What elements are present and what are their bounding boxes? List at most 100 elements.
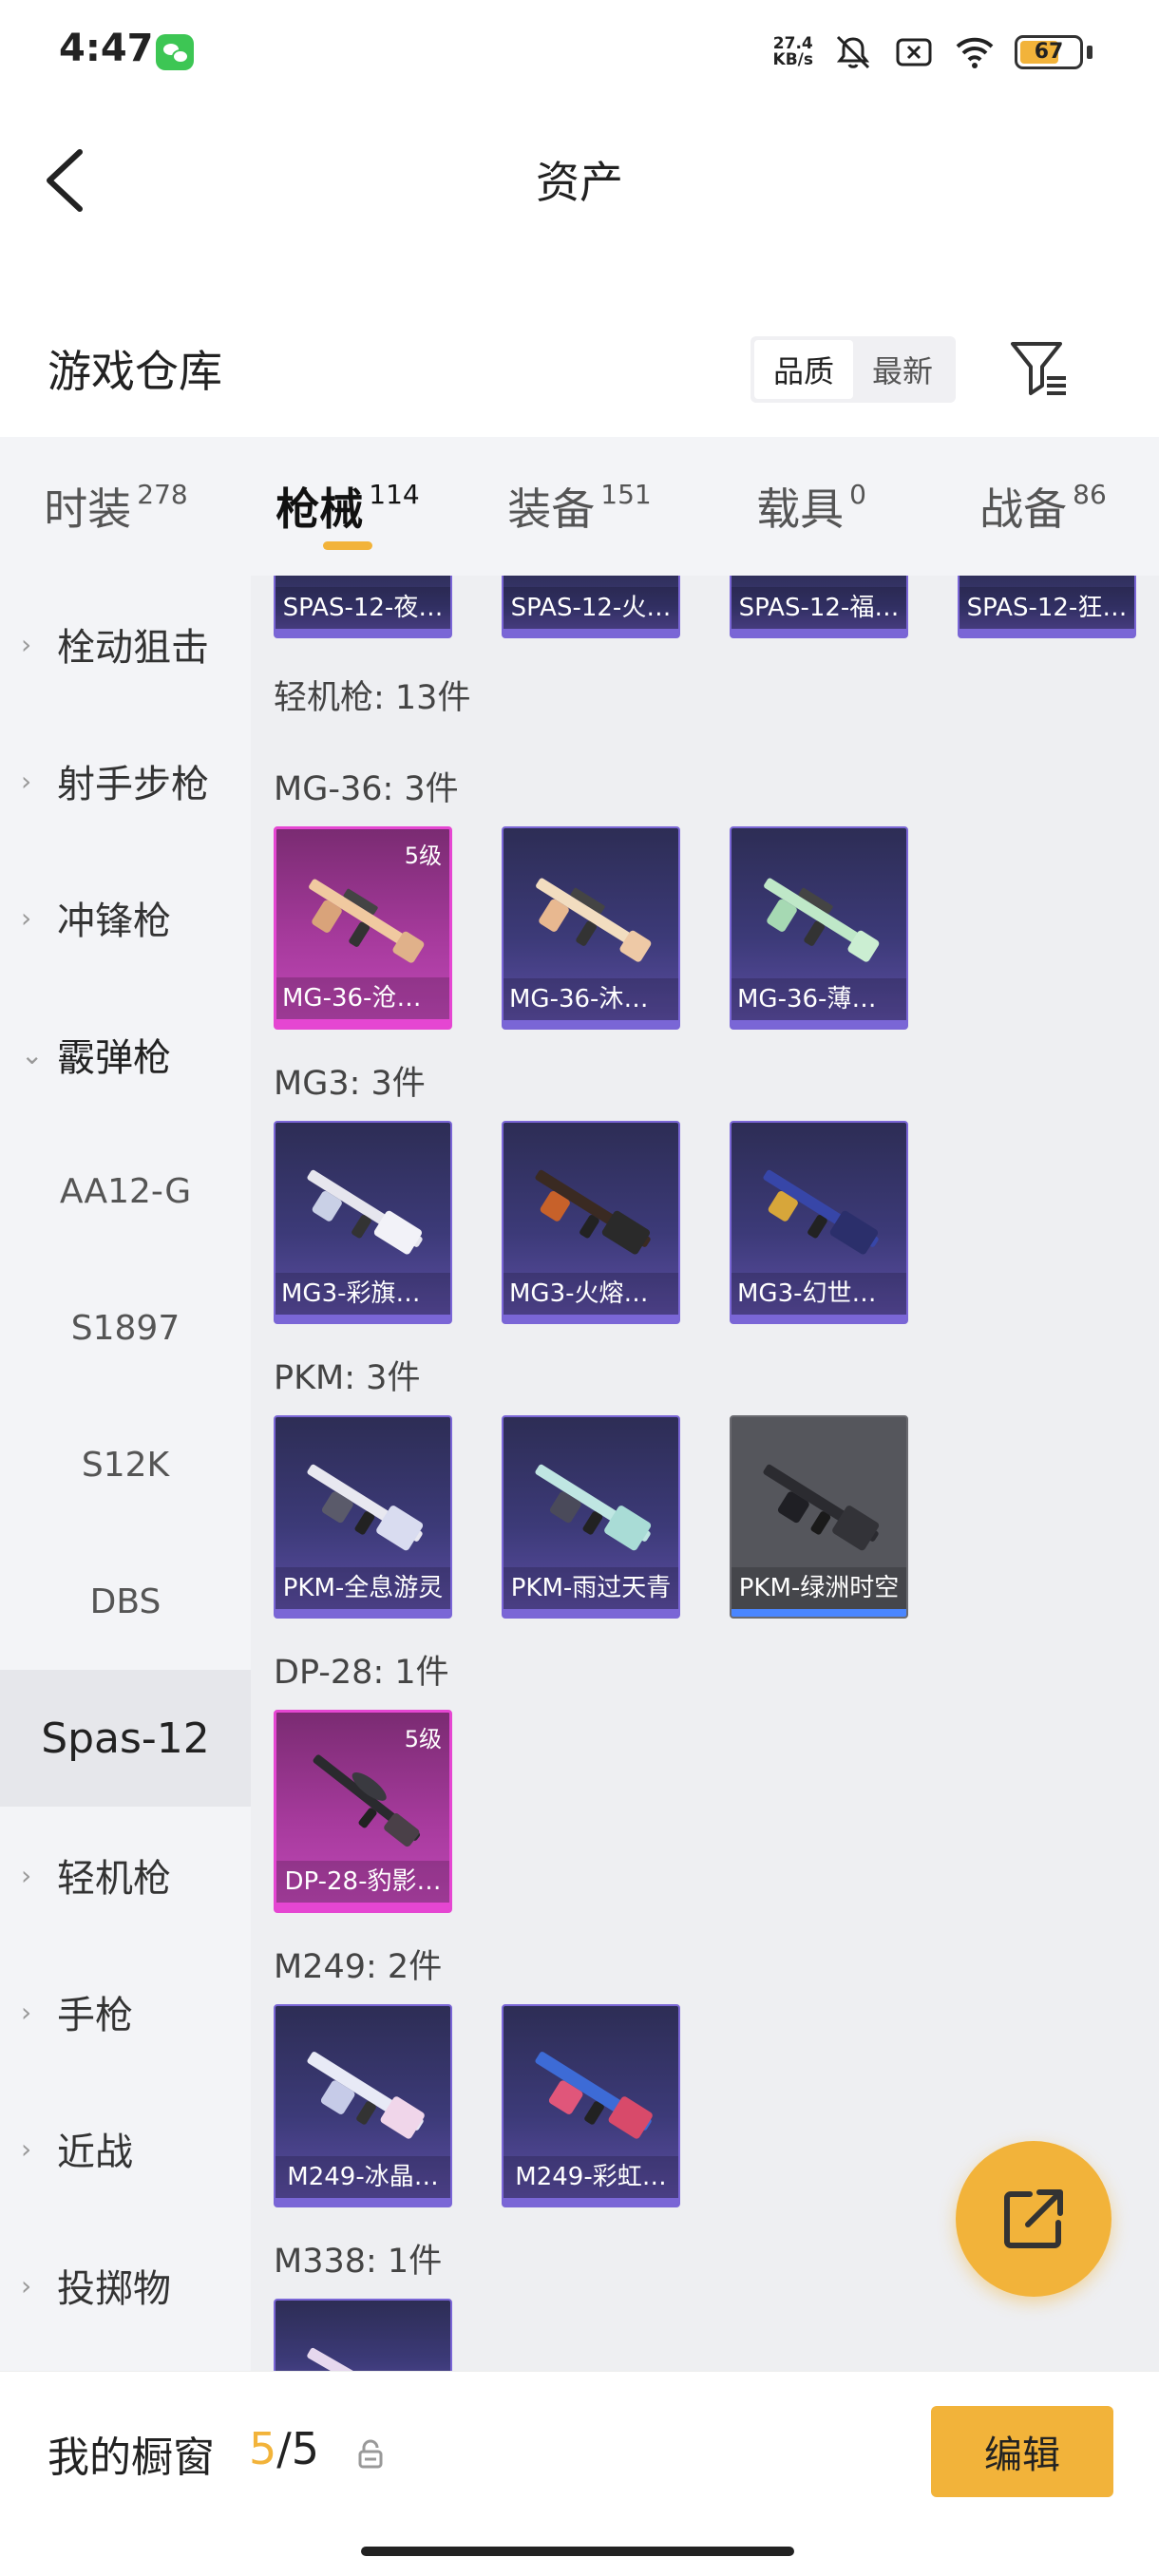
weapon-name: SPAS-12-狂… [960, 587, 1134, 629]
section-title: DP-28: 1件 [274, 1654, 449, 1692]
no-sim-icon [896, 38, 932, 66]
sidebar-item-shotgun[interactable]: ⌄ 霰弹枪 [0, 986, 251, 1123]
active-tab-indicator [323, 541, 372, 550]
section-title: MG-36: 3件 [274, 770, 459, 808]
chevron-down-icon: ⌄ [21, 1038, 44, 1070]
weapon-name: PKM-绿洲时空 [732, 1567, 906, 1609]
chevron-right-icon: › [21, 1859, 32, 1891]
sidebar-sub-s12k[interactable]: S12K [0, 1396, 251, 1533]
weapon-card[interactable]: M249-冰晶… [274, 2004, 452, 2207]
sidebar-item-pistol[interactable]: › 手枪 [0, 1943, 251, 2080]
showcase-count: 5/5 [249, 2423, 320, 2474]
rifle-icon [307, 2052, 425, 2139]
rifle-icon [535, 1169, 651, 1255]
tab-firearms[interactable]: 枪械 114 [232, 437, 464, 576]
weapon-card[interactable]: PKM-全息游灵 [274, 1415, 452, 1619]
section-title: M249: 2件 [274, 1948, 443, 1986]
tab-vehicles[interactable]: 载具 0 [695, 437, 927, 576]
sort-newest-button[interactable]: 最新 [853, 340, 952, 399]
weapon-card[interactable]: MG3-彩旗巡礼 [274, 1121, 452, 1324]
sidebar-sub-dbs[interactable]: DBS [0, 1533, 251, 1670]
weapon-card[interactable]: MG-36-沐光… [502, 826, 680, 1030]
weapon-card[interactable]: 5级 DP-28-豹影… [274, 1710, 452, 1913]
weapon-name: SPAS-12-福… [732, 587, 906, 629]
showcase-label: 我的橱窗 [48, 2434, 215, 2482]
weapon-name: MG3-彩旗巡礼 [276, 1273, 450, 1315]
wifi-icon [956, 37, 994, 68]
sidebar-sub-s1897[interactable]: S1897 [0, 1260, 251, 1396]
battery-level: 67 [1034, 40, 1064, 64]
weapon-name: M249-彩虹… [504, 2156, 678, 2198]
sidebar-item-melee[interactable]: › 近战 [0, 2080, 251, 2217]
rifle-icon [307, 1169, 423, 1255]
weapon-name: M249-冰晶… [276, 2156, 450, 2198]
weapon-card[interactable]: MG3-幻世战… [730, 1121, 908, 1324]
weapon-card[interactable]: PKM-绿洲时空 [730, 1415, 908, 1619]
section-title: M338: 1件 [274, 2243, 443, 2281]
weapon-name: SPAS-12-火… [504, 587, 678, 629]
rifle-icon [764, 878, 880, 962]
battery-tip [1087, 46, 1092, 59]
rifle-icon [763, 1169, 879, 1255]
weapon-card[interactable]: SPAS-12-狂… [958, 576, 1136, 638]
chevron-right-icon: › [21, 2132, 32, 2165]
sidebar-item-throwable[interactable]: › 投掷物 [0, 2217, 251, 2354]
chevron-right-icon: › [21, 765, 32, 797]
app-header: 资产 [0, 104, 1159, 247]
share-icon [1004, 2189, 1063, 2248]
network-speed: 27.4 KB/s [772, 34, 813, 69]
weapon-name: PKM-全息游灵 [276, 1567, 450, 1609]
category-tabs: 时装 278 枪械 114 装备 151 载具 0 战备 86 [0, 437, 1159, 576]
wechat-notification-icon [156, 34, 194, 70]
rifle-icon [535, 1464, 652, 1551]
weapon-card[interactable]: MG-36-薄荷… [730, 826, 908, 1030]
tab-tactical[interactable]: 战备 86 [927, 437, 1159, 576]
warehouse-title: 游戏仓库 [48, 346, 222, 397]
status-icons: 27.4 KB/s 67 [773, 28, 1092, 76]
sidebar-item-bolt-sniper[interactable]: › 栓动狙击 [0, 576, 251, 712]
weapon-name: MG-36-沧焰… [276, 977, 449, 1019]
sidebar-sub-spas12[interactable]: Spas-12 [0, 1670, 251, 1807]
chevron-right-icon: › [21, 1996, 32, 2028]
home-indicator[interactable] [361, 2547, 794, 2556]
tab-fashion[interactable]: 时装 278 [0, 437, 232, 576]
showcase-bar: 我的橱窗 5/5 编辑 [0, 2371, 1159, 2576]
weapon-card[interactable] [274, 2299, 452, 2371]
sort-quality-button[interactable]: 品质 [754, 340, 853, 399]
weapon-name: PKM-雨过天青 [504, 1567, 678, 1609]
sidebar-item-smg[interactable]: › 冲锋枪 [0, 849, 251, 986]
chevron-right-icon: › [21, 628, 32, 660]
section-title: MG3: 3件 [274, 1065, 426, 1103]
rifle-icon [307, 1464, 424, 1551]
rifle-icon [307, 2347, 425, 2371]
share-button[interactable] [956, 2141, 1112, 2297]
weapon-card[interactable]: SPAS-12-火… [502, 576, 680, 638]
edit-button[interactable]: 编辑 [931, 2406, 1113, 2497]
weapon-card[interactable]: M249-彩虹… [502, 2004, 680, 2207]
assets-screen: 4:47 27.4 KB/s 67 资产 游戏仓库 品质 最新 时装 278 枪… [0, 0, 1159, 2576]
weapon-card[interactable]: MG3-火熔核心 [502, 1121, 680, 1324]
lock-icon [358, 2439, 383, 2469]
weapon-name: MG-36-沐光… [504, 978, 678, 1020]
tab-equipment[interactable]: 装备 151 [464, 437, 695, 576]
page-title: 资产 [536, 157, 623, 208]
weapon-name: DP-28-豹影… [276, 1861, 449, 1903]
sidebar-sub-aa12g[interactable]: AA12-G [0, 1123, 251, 1260]
weapon-type-sidebar: › 栓动狙击 › 射手步枪 › 冲锋枪 ⌄ 霰弹枪 AA12-G S1897 S12K … [0, 576, 251, 2371]
rifle-icon [309, 879, 425, 963]
weapon-card[interactable]: SPAS-12-福… [730, 576, 908, 638]
filter-icon[interactable] [1007, 336, 1070, 399]
weapon-grid: SPAS-12-夜… SPAS-12-火… SPAS-12-福… SPAS-12… [251, 576, 1159, 2371]
sidebar-item-marksman[interactable]: › 射手步枪 [0, 712, 251, 849]
weapon-card[interactable]: PKM-雨过天青 [502, 1415, 680, 1619]
rifle-icon [763, 1464, 880, 1551]
weapon-name: MG3-幻世战… [732, 1273, 906, 1315]
rifle-icon [536, 878, 652, 962]
weapon-name: SPAS-12-夜… [276, 587, 450, 629]
weapon-card[interactable]: 5级 MG-36-沧焰… [274, 826, 452, 1030]
section-title: PKM: 3件 [274, 1359, 421, 1397]
weapon-name: MG-36-薄荷… [732, 978, 906, 1020]
chevron-right-icon: › [21, 901, 32, 934]
sidebar-item-lmg[interactable]: › 轻机枪 [0, 1807, 251, 1943]
weapon-card[interactable]: SPAS-12-夜… [274, 576, 452, 638]
